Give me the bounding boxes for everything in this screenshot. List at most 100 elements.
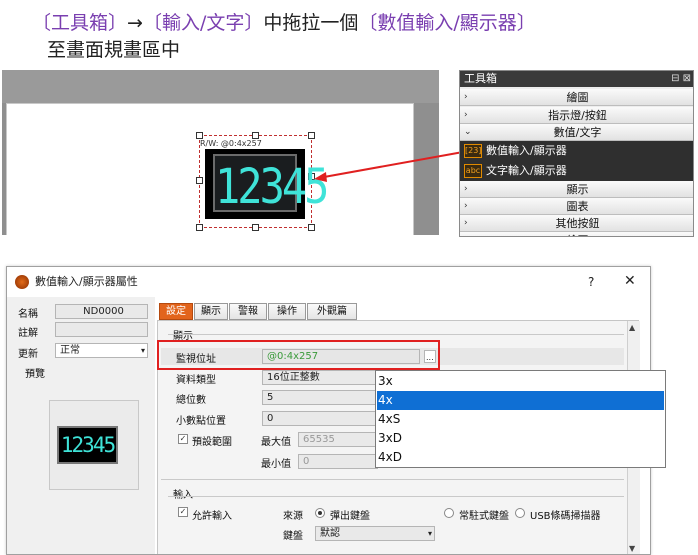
group-divider xyxy=(161,479,624,480)
chevron-right-icon: › xyxy=(464,110,468,120)
source-usb-label: USB條碼掃描器 xyxy=(530,511,601,522)
dropdown-arrow-icon: ▾ xyxy=(140,346,145,355)
category-label: 其他按鈕 xyxy=(555,217,600,230)
toolbox-title-text: 工具箱 xyxy=(464,72,497,85)
allow-input-checkbox[interactable]: ✓ xyxy=(178,507,188,517)
source-label: 來源 xyxy=(283,511,303,522)
chevron-down-icon: ⌄ xyxy=(464,127,472,137)
source-radio-popup[interactable] xyxy=(315,508,325,518)
display-group-line xyxy=(168,334,624,335)
instruction-line-1: 〔工具箱〕→〔輸入/文字〕中拖拉一個〔數值輸入/顯示器〕 xyxy=(32,8,536,35)
tab-operation[interactable]: 操作 xyxy=(268,303,306,320)
instr-input-text: 〔輸入/文字〕 xyxy=(142,12,264,34)
allow-input-label: 允許輸入 xyxy=(192,511,232,522)
numeric-display-screen: 12345 xyxy=(213,154,329,214)
handle-tl[interactable] xyxy=(196,132,203,139)
comment-label: 註解 xyxy=(18,328,38,339)
item-label: 文字輸入/顯示器 xyxy=(486,164,567,177)
source-radio-resident[interactable] xyxy=(444,508,454,518)
name-field[interactable]: ND0000 xyxy=(55,304,148,319)
scroll-up-icon[interactable]: ▲ xyxy=(629,323,635,332)
handle-tm[interactable] xyxy=(252,132,259,139)
chevron-right-icon: › xyxy=(464,232,468,236)
preview-digits: 12345 xyxy=(60,433,116,457)
category-label: 顯示 xyxy=(566,183,589,196)
chevron-right-icon: › xyxy=(464,184,468,194)
category-label: 指示燈/按鈕 xyxy=(548,109,607,122)
toolbox-category-numeric-text[interactable]: ⌄ 數值/文字 xyxy=(460,124,693,141)
dialog-title: 數值輸入/顯示器屬性 xyxy=(35,275,138,288)
toolbox-item-text-display[interactable]: abc 文字輸入/顯示器 xyxy=(460,161,693,181)
datatype-label: 資料類型 xyxy=(176,375,216,386)
toolbox-panel: 工具箱 ⊟ ⊠ › 繪圖 › 指示燈/按鈕 ⌄ 數值/文字 [23] 數值輸入/顯示器 … xyxy=(459,70,694,237)
update-value: 正常 xyxy=(60,345,80,356)
chevron-right-icon: › xyxy=(464,92,468,102)
source-resident-label: 常駐式鍵盤 xyxy=(459,511,509,522)
numeric-display-widget[interactable]: 12345 xyxy=(205,149,329,219)
toolbox-category-display[interactable]: › 顯示 xyxy=(460,181,693,198)
min-label: 最小值 xyxy=(261,459,291,470)
dropdown-option-4xs[interactable]: 4xS xyxy=(377,410,664,429)
input-group-label: 輸入 xyxy=(173,486,193,501)
canvas-top-strip xyxy=(2,70,439,103)
datatype-select[interactable]: 16位正整數 xyxy=(262,370,382,385)
help-button[interactable]: ? xyxy=(588,275,594,289)
handle-ml[interactable] xyxy=(196,177,203,184)
tab-alarm[interactable]: 警報 xyxy=(229,303,267,320)
toolbox-title: 工具箱 ⊟ ⊠ xyxy=(460,71,693,87)
min-field[interactable]: 0 xyxy=(298,454,378,469)
chevron-right-icon: › xyxy=(464,201,468,211)
dialog-titlebar: 數值輸入/顯示器屬性 xyxy=(7,267,650,297)
tab-display[interactable]: 顯示 xyxy=(194,303,228,320)
instr-toolbox: 〔工具箱〕 xyxy=(32,12,128,34)
tab-appearance[interactable]: 外觀篇 xyxy=(307,303,357,320)
dropdown-option-3xd[interactable]: 3xD xyxy=(377,429,664,448)
max-field[interactable]: 65535 xyxy=(298,432,378,447)
highlight-box xyxy=(157,340,440,370)
handle-bm[interactable] xyxy=(252,224,259,231)
input-group-line xyxy=(168,496,624,497)
max-label: 最大值 xyxy=(261,437,291,448)
digits-label: 總位數 xyxy=(176,395,206,406)
display-digits: 12345 xyxy=(215,158,329,215)
app-icon xyxy=(15,275,29,289)
close-button[interactable]: ✕ xyxy=(624,273,636,289)
toolbox-category-other-buttons[interactable]: › 其他按鈕 xyxy=(460,215,693,232)
update-label: 更新 xyxy=(18,349,38,360)
category-label: 圖表 xyxy=(566,200,589,213)
text-icon: abc xyxy=(464,164,482,178)
pin-icon[interactable]: ⊟ ⊠ xyxy=(671,71,691,87)
keyboard-select[interactable]: 默認 ▾ xyxy=(315,526,435,541)
name-label: 名稱 xyxy=(18,309,38,320)
handle-bl[interactable] xyxy=(196,224,203,231)
keyboard-value: 默認 xyxy=(320,528,340,539)
update-select[interactable]: 正常 ▾ xyxy=(55,343,148,358)
chevron-right-icon: › xyxy=(464,218,468,228)
comment-field[interactable] xyxy=(55,322,148,337)
category-label: 數值/文字 xyxy=(553,126,602,139)
left-panel: 名稱 ND0000 註解 更新 正常 ▾ 預覽 12345 xyxy=(7,297,155,554)
address-type-dropdown[interactable]: 3x 4x 4xS 3xD 4xD xyxy=(375,370,666,468)
decimal-field[interactable]: 0 xyxy=(262,411,382,426)
digits-field[interactable]: 5 xyxy=(262,390,382,405)
tab-settings[interactable]: 設定 xyxy=(159,303,193,320)
toolbox-category-chart[interactable]: › 圖表 xyxy=(460,198,693,215)
instr-numeric-display: 〔數值輸入/顯示器〕 xyxy=(358,12,536,34)
decimal-label: 小數點位置 xyxy=(176,416,226,427)
scroll-down-icon[interactable]: ▼ xyxy=(629,544,635,553)
range-checkbox[interactable]: ✓ xyxy=(178,434,188,444)
toolbox-category-more[interactable]: › 繪圖 xyxy=(460,232,693,236)
preview-box: 12345 xyxy=(49,400,139,490)
toolbox-category-drawing[interactable]: › 繪圖 xyxy=(460,89,693,106)
instr-arrow: → xyxy=(127,12,143,34)
dropdown-option-4xd[interactable]: 4xD xyxy=(377,448,664,467)
instr-drag: 中拖拉一個 xyxy=(263,12,359,34)
toolbox-category-indicator[interactable]: › 指示燈/按鈕 xyxy=(460,107,693,124)
dropdown-option-4x[interactable]: 4x xyxy=(377,391,664,410)
category-label: 繪圖 xyxy=(566,91,589,104)
dropdown-arrow-icon: ▾ xyxy=(427,529,432,538)
dropdown-option-3x[interactable]: 3x xyxy=(377,372,664,391)
handle-br[interactable] xyxy=(308,224,315,231)
toolbox-item-numeric-display[interactable]: [23] 數值輸入/顯示器 xyxy=(460,141,693,161)
source-radio-usb[interactable] xyxy=(515,508,525,518)
